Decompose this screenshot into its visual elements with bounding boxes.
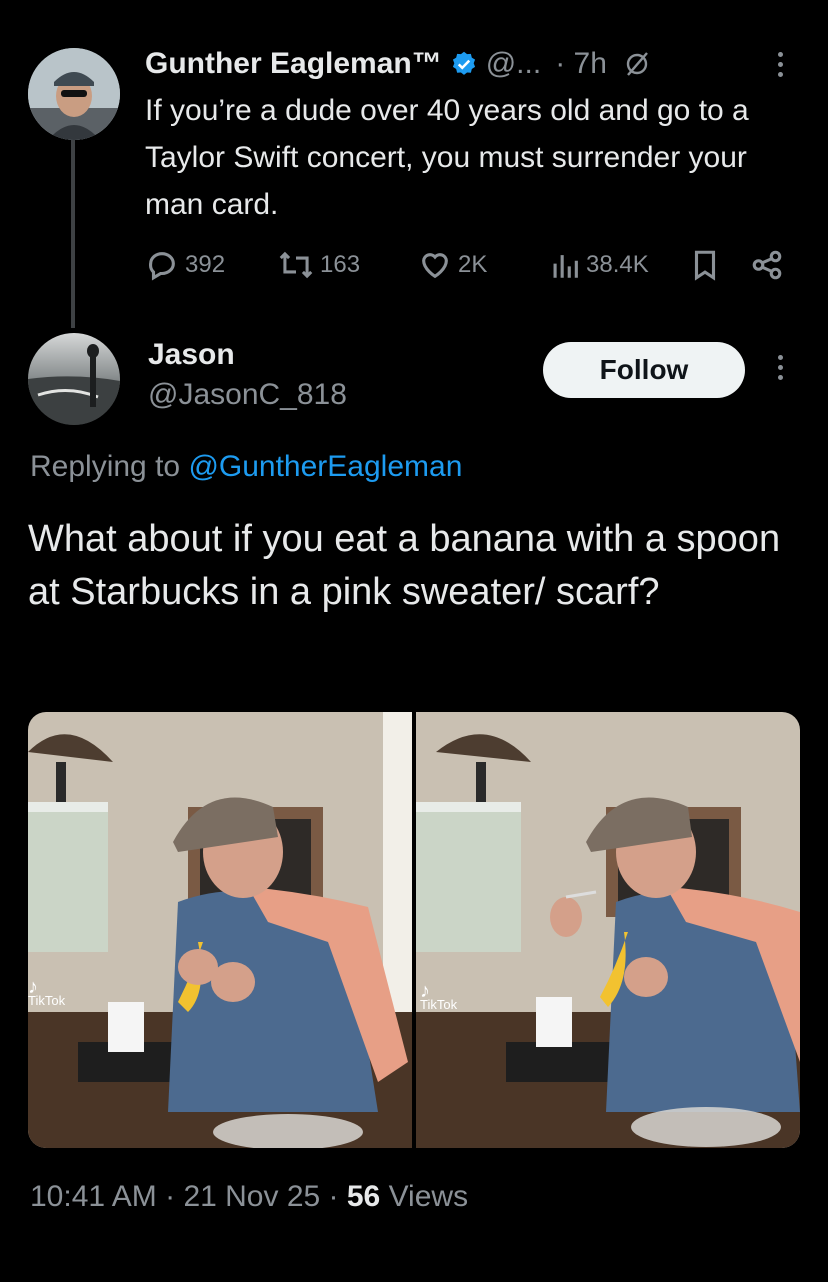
tweet-text: If you’re a dude over 40 years old and g… — [145, 94, 749, 221]
tweet-time[interactable]: · 7h — [555, 47, 607, 81]
replying-to: Replying to @GuntherEagleman — [30, 450, 462, 484]
like-icon — [422, 253, 448, 279]
tiktok-icon: ♪ — [420, 980, 430, 1002]
reply-count: 392 — [185, 251, 226, 278]
tweet-more-icon[interactable] — [778, 52, 783, 77]
retweet-icon — [279, 251, 313, 279]
footer-separator: · — [156, 1180, 184, 1213]
follow-button[interactable]: Follow — [543, 342, 745, 398]
tiktok-icon: ♪ — [28, 976, 38, 998]
views-action[interactable]: 38.4K — [550, 248, 649, 282]
grok-icon[interactable] — [621, 48, 653, 80]
retweet-count: 163 — [320, 251, 361, 278]
thread-connector — [71, 140, 75, 328]
reply-author-handle[interactable]: @JasonC_818 — [148, 378, 347, 412]
reply-views-label: Views — [380, 1180, 469, 1213]
bookmark-icon — [694, 250, 716, 281]
replying-to-handle[interactable]: @GuntherEagleman — [188, 450, 462, 483]
reply-icon — [149, 252, 175, 281]
media-image-right[interactable]: ♪ TikTok — [416, 712, 800, 1148]
footer-separator: · — [320, 1180, 347, 1213]
reply-date: 21 Nov 25 — [183, 1180, 321, 1213]
reply-views-count[interactable]: 56 — [347, 1180, 380, 1213]
reply-more-icon[interactable] — [778, 355, 783, 380]
media-image-left[interactable]: ♪ TikTok — [28, 712, 412, 1148]
replying-to-prefix: Replying to — [30, 450, 189, 483]
share-action[interactable] — [750, 248, 784, 282]
share-icon — [752, 250, 782, 280]
tiktok-label-left: TikTok — [28, 993, 66, 1008]
like-count: 2K — [458, 251, 488, 278]
views-count: 38.4K — [586, 251, 649, 278]
reply-metadata: 10:41 AM · 21 Nov 25 · 56 Views — [30, 1180, 468, 1214]
reply-time: 10:41 AM — [30, 1180, 157, 1213]
reply-author-name[interactable]: Jason — [148, 338, 235, 372]
author-name[interactable]: Gunther Eagleman™ — [145, 47, 442, 81]
views-icon — [553, 255, 578, 278]
tiktok-label-right: TikTok — [420, 997, 458, 1012]
reply-text: What about if you eat a banana with a sp… — [28, 518, 781, 613]
jason-avatar[interactable] — [28, 333, 120, 425]
tweet-header: Gunther Eagleman™ @... · 7h — [145, 42, 653, 86]
tiktok-watermark-right: ♪ TikTok — [420, 980, 458, 1012]
tiktok-watermark-left: ♪ TikTok — [28, 976, 66, 1008]
author-handle[interactable]: @... — [486, 47, 541, 81]
verified-badge-icon — [450, 50, 478, 78]
gunther-avatar[interactable] — [28, 48, 120, 140]
retweet-action[interactable]: 163 — [278, 248, 360, 282]
like-action[interactable]: 2K — [418, 248, 487, 282]
reply-action[interactable]: 392 — [145, 248, 225, 282]
bookmark-action[interactable] — [690, 248, 720, 282]
